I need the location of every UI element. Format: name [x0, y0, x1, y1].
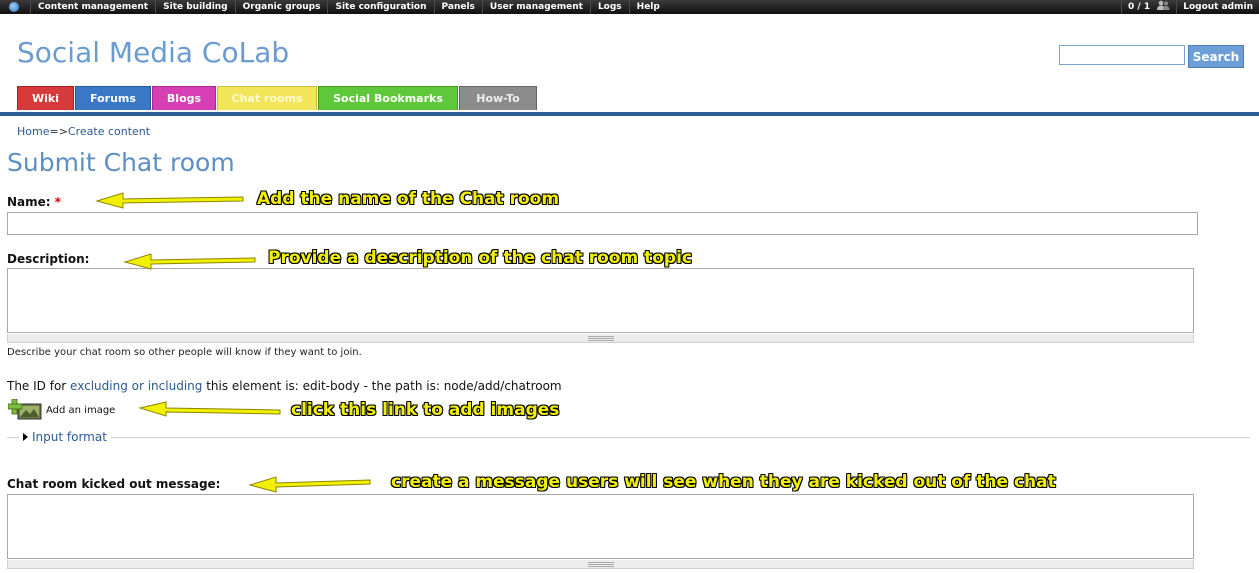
input-format-toggle[interactable]: Input format	[19, 430, 111, 444]
add-image-icon	[8, 399, 42, 420]
annotation-arrow-kicked	[248, 476, 371, 493]
admin-menu-site-building[interactable]: Site building	[155, 0, 235, 14]
element-id-suffix: this element is: edit-body - the path is…	[202, 379, 562, 393]
breadcrumb-home[interactable]: Home	[17, 125, 49, 138]
users-online: 0 / 1	[1121, 0, 1176, 14]
admin-menu-right: 0 / 1 Logout admin	[1121, 0, 1259, 14]
description-label: Description:	[7, 252, 90, 266]
excluding-including-link[interactable]: excluding or including	[70, 379, 202, 393]
admin-menu-user-management[interactable]: User management	[481, 0, 590, 14]
annotation-arrow-image	[138, 401, 281, 417]
admin-menu-site-configuration[interactable]: Site configuration	[327, 0, 433, 14]
annotation-arrow-name	[95, 192, 244, 209]
annotation-arrow-description	[123, 253, 256, 270]
add-image-label: Add an image	[46, 404, 116, 416]
primary-tabs: Wiki Forums Blogs Chat rooms Social Book…	[17, 86, 538, 112]
breadcrumb: Home=>Create content	[17, 125, 150, 138]
breadcrumb-separator: =>	[49, 125, 68, 138]
annotation-name: Add the name of the Chat room	[257, 189, 560, 209]
annotation-image: click this link to add images	[291, 400, 560, 420]
users-icon	[1157, 0, 1170, 10]
search-button[interactable]: Search	[1188, 45, 1244, 68]
annotation-description: Provide a description of the chat room t…	[268, 248, 692, 268]
kicked-message-textarea[interactable]	[7, 494, 1194, 559]
name-label-text: Name:	[7, 195, 51, 209]
tab-blogs[interactable]: Blogs	[152, 86, 216, 110]
tab-how-to[interactable]: How-To	[459, 86, 537, 110]
admin-menu-content-management[interactable]: Content management	[30, 0, 155, 14]
admin-menu-logs[interactable]: Logs	[589, 0, 629, 14]
tab-wiki[interactable]: Wiki	[17, 86, 74, 110]
element-id-prefix: The ID for	[7, 379, 71, 393]
site-name[interactable]: Social Media CoLab	[17, 36, 289, 69]
kicked-message-resize-handle[interactable]	[7, 560, 1194, 569]
admin-menu-panels[interactable]: Panels	[433, 0, 482, 14]
annotation-kicked: create a message users will see when the…	[391, 472, 1056, 492]
fieldset-border	[7, 437, 1250, 438]
input-format-fieldset: Input format	[7, 430, 1250, 444]
tab-chat-rooms[interactable]: Chat rooms	[217, 86, 317, 110]
logout-link[interactable]: Logout admin	[1176, 0, 1259, 14]
admin-menu-help[interactable]: Help	[628, 0, 667, 14]
drupal-logo-icon[interactable]	[3, 0, 25, 14]
kicked-message-label: Chat room kicked out message:	[7, 477, 221, 491]
input-format-label: Input format	[32, 430, 107, 444]
description-help-text: Describe your chat room so other people …	[7, 347, 362, 358]
admin-menu: Content management Site building Organic…	[30, 0, 667, 14]
collapsed-triangle-icon	[23, 433, 28, 441]
name-label: Name: *	[7, 195, 61, 209]
page-title: Submit Chat room	[7, 148, 235, 177]
users-online-count: 0 / 1	[1128, 2, 1151, 12]
description-resize-handle[interactable]	[7, 334, 1194, 343]
admin-menu-organic-groups[interactable]: Organic groups	[234, 0, 328, 14]
admin-menu-bar: Content management Site building Organic…	[0, 0, 1259, 14]
description-textarea[interactable]	[7, 268, 1194, 333]
add-image-link[interactable]: Add an image	[8, 399, 115, 421]
tab-forums[interactable]: Forums	[75, 86, 151, 110]
tab-social-bookmarks[interactable]: Social Bookmarks	[318, 86, 458, 110]
element-id-info: The ID for excluding or including this e…	[7, 379, 562, 393]
search-input[interactable]	[1059, 45, 1185, 65]
required-marker: *	[54, 195, 62, 209]
header-divider	[0, 112, 1259, 116]
name-field[interactable]	[7, 212, 1198, 235]
breadcrumb-create-content[interactable]: Create content	[68, 125, 150, 138]
